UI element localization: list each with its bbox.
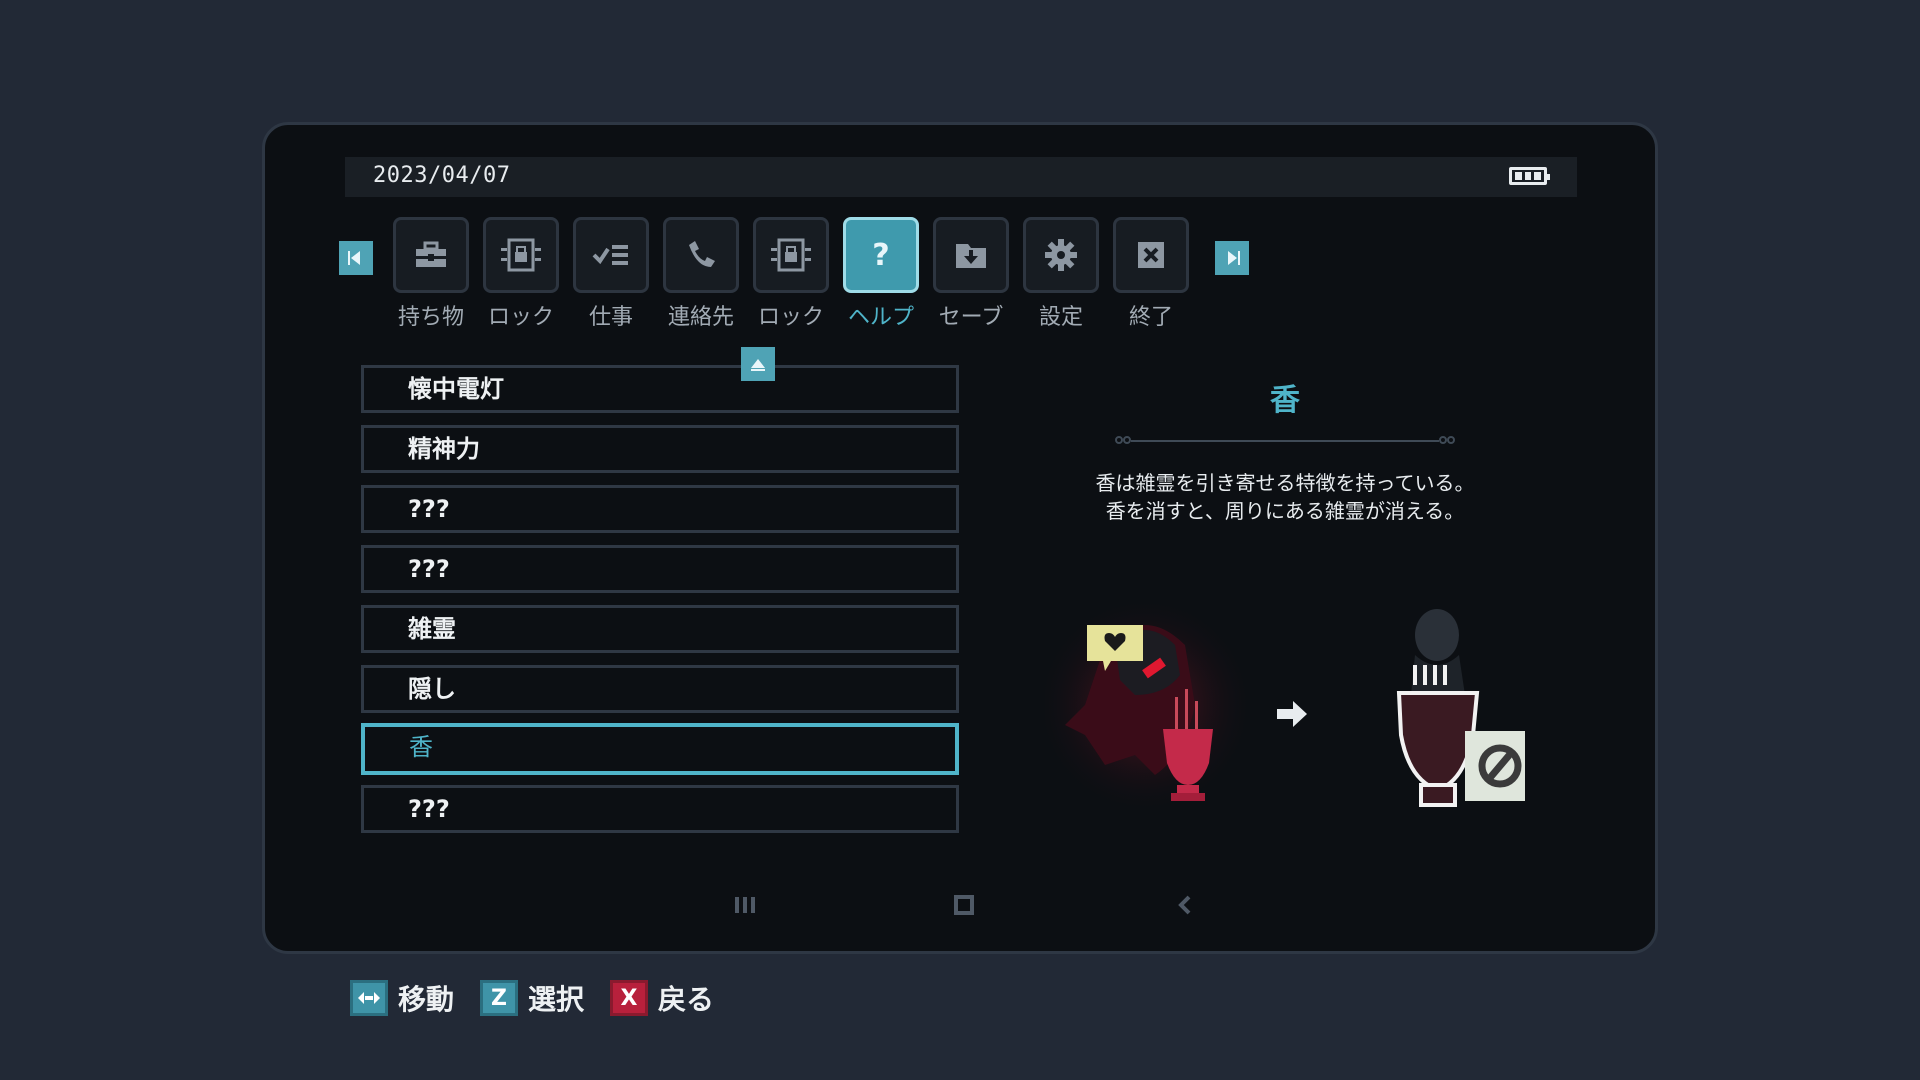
control-hints: 移動 Z 選択 X 戻る [350,978,740,1018]
tab-label: 終了 [1128,305,1173,330]
phone-frame: 2023/04/07 持ち物 ロック 仕事 連絡先 ロック ? ヘルプ セーブ … [262,122,1658,954]
tab-help[interactable]: ? ヘルプ [831,217,931,331]
save-folder-icon [933,217,1009,293]
help-illustration [1035,585,1535,845]
tab-label: ロック [487,305,554,330]
x-key: X [610,980,649,1016]
tab-label: 仕事 [588,305,633,330]
tab-label: 設定 [1038,305,1083,330]
hint-move: 移動 [350,978,454,1018]
close-icon [1113,217,1189,293]
tab-label: 連絡先 [667,305,734,330]
tab-label: ロック [757,305,824,330]
tab-save[interactable]: セーブ [921,217,1021,331]
list-item[interactable]: 懐中電灯 [361,365,959,413]
help-detail-panel: 香 香は雑霊を引き寄せる特徴を持っている。 香を消すと、周りにある雑霊が消える。 [1025,375,1545,525]
list-item[interactable]: 隠し [361,665,959,713]
detail-description: 香は雑霊を引き寄せる特徴を持っている。 香を消すと、周りにある雑霊が消える。 [1025,469,1545,525]
list-item[interactable]: 雑霊 [361,605,959,653]
recent-apps-icon[interactable] [733,895,757,919]
hint-label: 移動 [398,983,455,1016]
tab-bar: 持ち物 ロック 仕事 連絡先 ロック ? ヘルプ セーブ 設定 終了 [339,217,1535,330]
status-bar: 2023/04/07 [345,157,1577,197]
toolbox-icon [393,217,469,293]
list-item[interactable]: ??? [361,485,959,533]
prohibited-icon [1465,731,1535,801]
list-item[interactable]: 精神力 [361,425,959,473]
hint-label: 選択 [528,983,585,1016]
z-key: Z [480,980,519,1016]
checklist-icon [573,217,649,293]
title-divider [1115,435,1455,447]
list-item-selected[interactable]: 香 [361,723,959,775]
tab-label: 持ち物 [397,305,464,330]
gear-icon [1023,217,1099,293]
help-topic-list: 懐中電灯 精神力 ??? ??? 雑霊 隠し 香 ??? [361,347,959,865]
tab-inventory[interactable]: 持ち物 [381,217,481,331]
hint-label: 戻る [658,983,715,1016]
detail-title: 香 [1270,383,1300,418]
tab-label: ヘルプ [847,305,914,330]
dpad-icon [350,980,388,1016]
arrow-right-icon [1277,701,1307,727]
question-icon: ? [843,217,919,293]
lock-device-icon [483,217,559,293]
tab-contacts[interactable]: 連絡先 [651,217,751,331]
list-item[interactable]: ??? [361,545,959,593]
hint-back: X 戻る [610,978,714,1018]
home-icon[interactable] [953,895,975,919]
battery-full-icon [1509,167,1550,185]
faded-spirit-figure [1411,609,1465,695]
tab-lock-2[interactable]: ロック [741,217,841,331]
tab-lock-1[interactable]: ロック [471,217,571,331]
back-icon[interactable] [1175,895,1195,919]
status-date: 2023/04/07 [373,163,511,188]
description-line-1: 香は雑霊を引き寄せる特徴を持っている。 [1095,471,1475,495]
phone-icon [663,217,739,293]
list-item[interactable]: ??? [361,785,959,833]
hint-select: Z 選択 [480,978,584,1018]
tab-jobs[interactable]: 仕事 [561,217,661,331]
lock-device-icon [753,217,829,293]
tab-quit[interactable]: 終了 [1101,217,1201,331]
description-line-2: 香を消すと、周りにある雑霊が消える。 [1105,499,1465,523]
tab-label: セーブ [938,305,1004,330]
tab-settings[interactable]: 設定 [1011,217,1111,331]
scroll-up-icon[interactable] [741,347,775,381]
tab-prev-arrow-icon[interactable] [339,241,373,275]
tab-next-arrow-icon[interactable] [1215,241,1249,275]
